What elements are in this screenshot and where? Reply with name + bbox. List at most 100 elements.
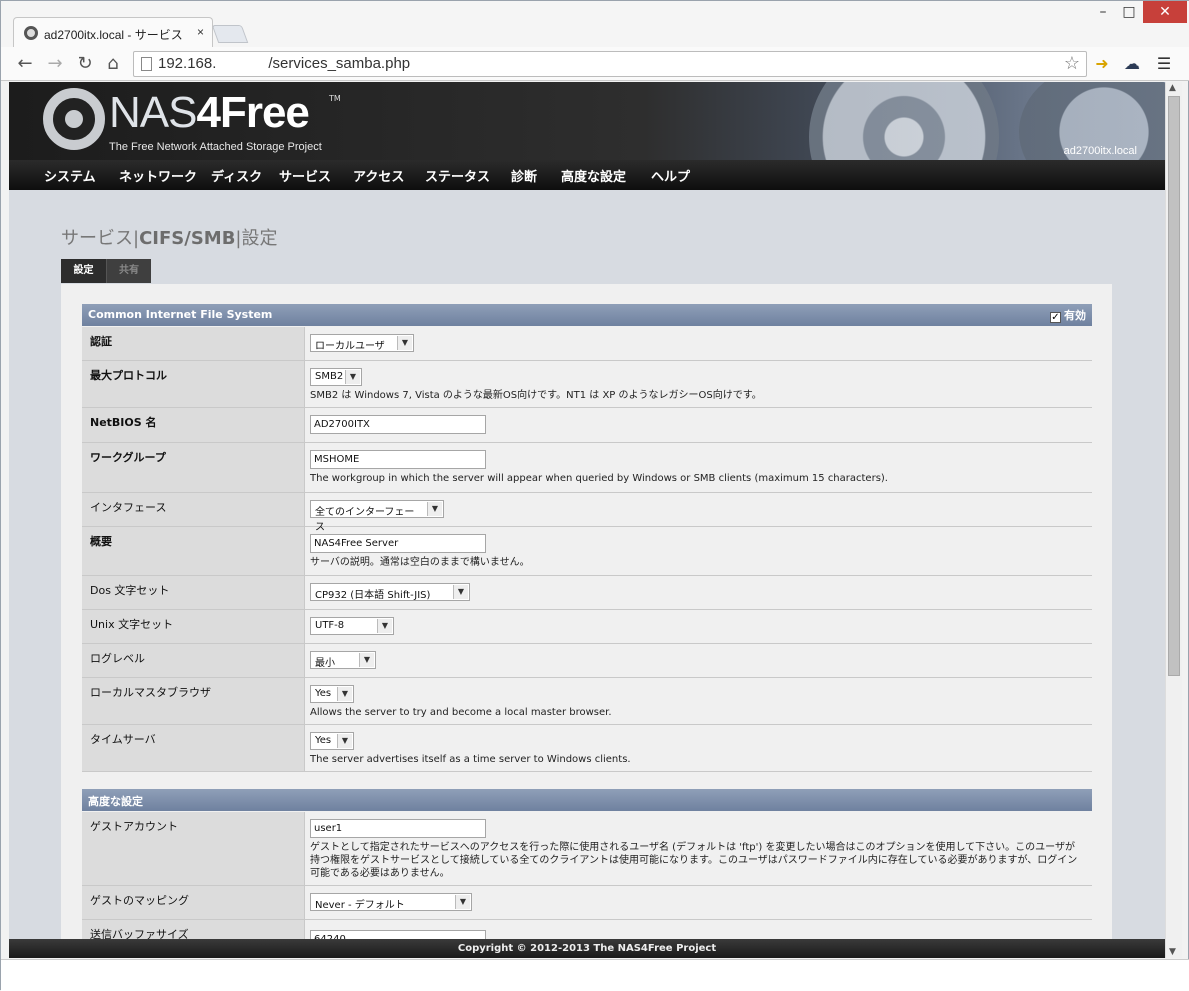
close-window-icon[interactable]: ✕ [1143,1,1187,23]
maximize-icon[interactable]: □ [1117,1,1141,23]
label-guest-account: ゲストアカウント [82,812,305,885]
chevron-down-icon: ▼ [455,895,470,909]
row-guest-account: ゲストアカウント user1 ゲストとして指定されたサービスへのアクセスを行った… [82,812,1092,886]
label-workgroup: ワークグループ [82,443,305,492]
chevron-down-icon: ▼ [427,502,442,516]
label-guest-mapping: ゲストのマッピング [82,886,305,919]
home-icon[interactable]: ⌂ [101,52,125,76]
trademark: TM [329,94,341,103]
hdd-platter-image [809,82,999,160]
page-title: サービス|CIFS/SMB|設定 [61,228,278,249]
label-netbios: NetBIOS 名 [82,408,305,442]
tab-close-icon[interactable]: × [197,25,204,39]
interface-select[interactable]: 全てのインターフェース ▼ [310,500,444,533]
row-netbios: NetBIOS 名 AD2700ITX [82,408,1092,443]
netbios-input[interactable]: AD2700ITX [310,415,486,434]
row-time-server: タイムサーバ Yes ▼ The server advertises itself… [82,725,1092,772]
menu-item-help[interactable]: ヘルプ [651,166,690,185]
scroll-down-icon: ▼ [1169,947,1176,957]
row-log-level: ログレベル 最小 ▼ [82,644,1092,678]
row-interface: インタフェース 全てのインターフェース ▼ [82,493,1092,533]
guest-account-input[interactable]: user1 [310,819,486,838]
chevron-down-icon: ▼ [337,734,352,748]
checkbox-checked-icon: ✓ [1050,312,1061,323]
row-max-protocol: 最大プロトコル SMB2 ▼ SMB2 は Windows 7, Vista のよ… [82,361,1092,408]
page-icon [141,57,152,71]
menu-icon[interactable]: ☰ [1153,53,1175,75]
auth-select[interactable]: ローカルユーザ ▼ [310,334,414,352]
site-footer: Copyright © 2012-2013 The NAS4Free Proje… [9,939,1165,958]
section-header-advanced: 高度な設定 [82,789,1092,811]
nas4free-logo-icon [43,88,105,150]
hostname: ad2700itx.local [1063,145,1137,157]
log-level-select[interactable]: 最小 ▼ [310,651,376,669]
help-max-protocol: SMB2 は Windows 7, Vista のような最新OS向けです。NT1… [310,390,762,401]
title-bar: ad2700itx.local - サービス × – □ ✕ [1,1,1189,47]
settings-panel: Common Internet File System ✓ 有効 認証 ローカルユ… [61,284,1112,958]
workgroup-input[interactable]: MSHOME [310,450,486,469]
help-guest-account: ゲストとして指定されたサービスへのアクセスを行った際に使用されるユーザ名 (デフ… [310,842,1078,879]
scrollbar-thumb[interactable] [1168,96,1180,676]
logo-text: NAS4Free [109,88,310,137]
bookmark-star-icon[interactable]: ☆ [1064,53,1080,74]
help-local-master: Allows the server to try and become a lo… [310,707,612,718]
browser-toolbar: ← → ↻ ⌂ 192.168./services_samba.php ☆ ➜ … [1,47,1189,81]
chevron-down-icon: ▼ [359,653,374,667]
browser-window: ad2700itx.local - サービス × – □ ✕ ← → ↻ ⌂ 1… [0,0,1189,991]
url-path: /services_samba.php [268,55,411,72]
menu-item-network[interactable]: ネットワーク [119,166,197,185]
chevron-down-icon: ▼ [453,585,468,599]
browser-tab[interactable]: ad2700itx.local - サービス × [13,17,213,47]
label-time-server: タイムサーバ [82,725,305,771]
label-log-level: ログレベル [82,644,305,677]
row-dos-charset: Dos 文字セット CP932 (日本語 Shift-JIS) ▼ [82,576,1092,610]
menu-item-disks[interactable]: ディスク [211,166,262,185]
menu-item-access[interactable]: アクセス [353,166,404,185]
unix-charset-select[interactable]: UTF-8 ▼ [310,617,394,635]
menu-item-diagnostics[interactable]: 診断 [511,166,537,185]
chevron-down-icon: ▼ [337,687,352,701]
row-unix-charset: Unix 文字セット UTF-8 ▼ [82,610,1092,644]
label-auth: 認証 [82,327,305,360]
logo-subtitle: The Free Network Attached Storage Projec… [109,141,322,153]
label-description: 概要 [82,527,305,575]
time-server-select[interactable]: Yes ▼ [310,732,354,750]
help-time-server: The server advertises itself as a time s… [310,754,631,765]
label-interface: インタフェース [82,493,305,526]
enable-checkbox[interactable]: ✓ 有効 [1050,307,1086,323]
tab-settings[interactable]: 設定 [61,259,106,283]
menu-item-services[interactable]: サービス [279,166,331,185]
menu-item-status[interactable]: ステータス [425,166,490,185]
row-description: 概要 NAS4Free Server サーバの説明。通常は空白のままで構いません… [82,527,1092,576]
chevron-down-icon: ▼ [397,336,412,350]
local-master-select[interactable]: Yes ▼ [310,685,354,703]
page-viewport: NAS4Free TM The Free Network Attached St… [9,82,1165,958]
description-input[interactable]: NAS4Free Server [310,534,486,553]
label-unix-charset: Unix 文字セット [82,610,305,643]
row-local-master: ローカルマスタブラウザ Yes ▼ Allows the server to tr… [82,678,1092,725]
address-bar[interactable]: 192.168. /services_samba.php ☆ [133,51,1087,77]
site-header: NAS4Free TM The Free Network Attached St… [9,82,1165,160]
tab-title: ad2700itx.local - サービス [44,28,183,42]
menu-item-system[interactable]: システム [44,166,96,185]
back-icon[interactable]: ← [13,52,37,76]
new-tab-button[interactable] [211,25,249,43]
favicon-icon [24,26,38,40]
minimize-icon[interactable]: – [1091,1,1115,23]
reload-icon[interactable]: ↻ [73,52,97,76]
chevron-down-icon: ▼ [377,619,392,633]
menu-item-advanced[interactable]: 高度な設定 [561,166,626,185]
row-workgroup: ワークグループ MSHOME The workgroup in which th… [82,443,1092,493]
tab-shares[interactable]: 共有 [106,259,151,283]
label-dos-charset: Dos 文字セット [82,576,305,609]
forward-icon[interactable]: → [43,52,67,76]
main-menu: システム ネットワーク ディスク サービス アクセス ステータス 診断 高度な設… [9,160,1165,190]
guest-mapping-select[interactable]: Never - デフォルト ▼ [310,893,472,911]
max-protocol-select[interactable]: SMB2 ▼ [310,368,362,386]
scroll-up-icon: ▲ [1169,83,1176,93]
row-guest-mapping: ゲストのマッピング Never - デフォルト ▼ [82,886,1092,920]
page-scrollbar[interactable]: ▲ ▼ [1165,82,1182,958]
cloud-icon[interactable]: ☁ [1121,53,1143,75]
extension-icon[interactable]: ➜ [1091,53,1113,75]
dos-charset-select[interactable]: CP932 (日本語 Shift-JIS) ▼ [310,583,470,601]
